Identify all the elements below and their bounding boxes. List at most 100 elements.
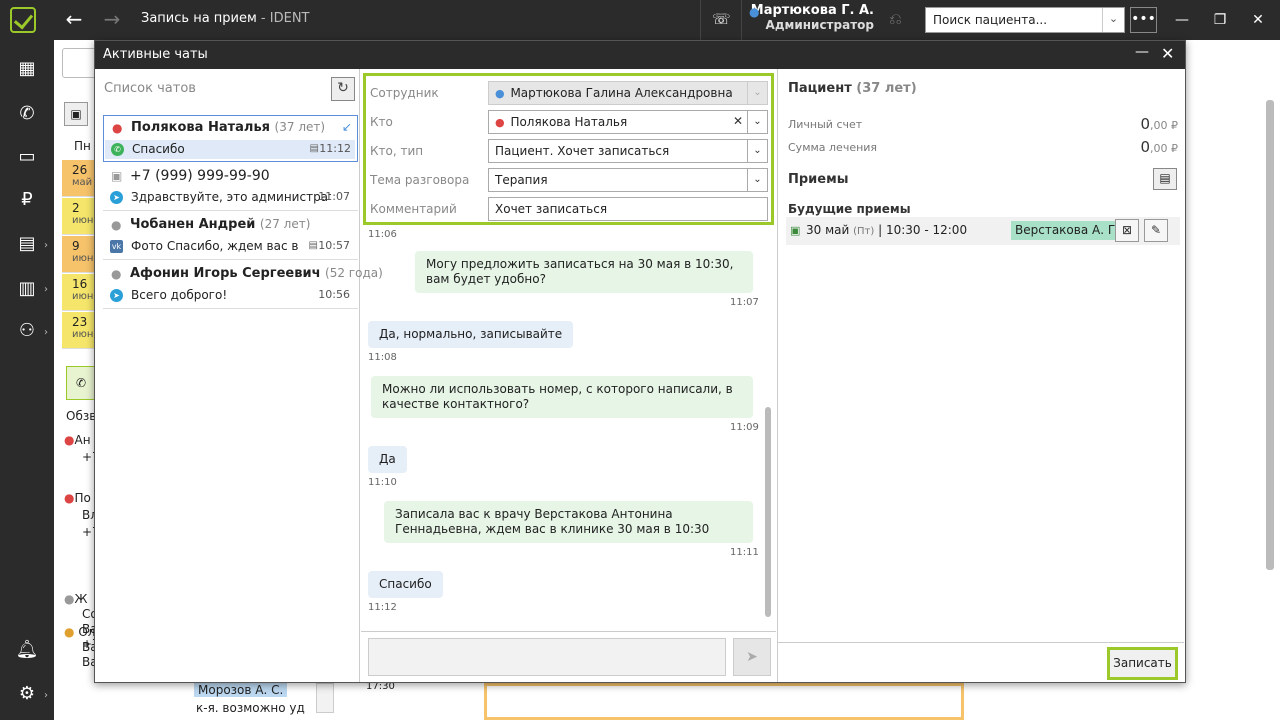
patient-age: (37 лет) bbox=[856, 81, 917, 96]
weekday-header: Пн bbox=[74, 139, 91, 153]
scrollbar-thumb[interactable] bbox=[765, 407, 771, 617]
treatment-label: Сумма лечения bbox=[788, 141, 878, 154]
chat-last-message: Фото Спасибо, ждем вас в кли... bbox=[131, 239, 301, 253]
incoming-arrow-icon: ↙ bbox=[341, 120, 352, 134]
employee-value: Мартюкова Галина Александровна bbox=[510, 86, 733, 100]
history-icon[interactable]: ⎌ bbox=[889, 9, 911, 31]
day-cell[interactable]: 16 июн bbox=[62, 274, 94, 311]
window-title: Запись на прием - IDENT bbox=[141, 11, 310, 26]
treatment-amount: 0 bbox=[1140, 138, 1150, 156]
book-button[interactable]: Записать bbox=[1107, 647, 1178, 680]
calendar-icon[interactable]: ▣ bbox=[64, 102, 88, 126]
chat-time: 10:56 bbox=[318, 288, 350, 301]
message-bubble: Да bbox=[368, 446, 407, 473]
telegram-icon: ➤ bbox=[110, 289, 123, 302]
appointment-row[interactable]: ▣ 30 май (Пт) | 10:30 - 12:00 Верстакова… bbox=[786, 217, 1180, 245]
restore-icon[interactable]: ❐ bbox=[1210, 10, 1230, 30]
call-list-item[interactable]: ●По Вл +7 bbox=[64, 490, 100, 541]
schedule-icon[interactable]: ▦ bbox=[14, 56, 40, 82]
comment-label: Комментарий bbox=[370, 202, 457, 216]
close-icon[interactable]: ✕ bbox=[1248, 10, 1268, 30]
treatment-cents: ,00 ₽ bbox=[1150, 142, 1178, 155]
person-icon: ● bbox=[111, 218, 122, 232]
who-label: Кто bbox=[370, 115, 393, 129]
scrollbar[interactable] bbox=[316, 683, 334, 713]
appointment-doctor: Верстакова А. Г. bbox=[1011, 221, 1123, 240]
forward-arrow-icon[interactable]: → bbox=[100, 8, 124, 32]
title-bar: ← → Запись на прием - IDENT ☏ ● Мартюков… bbox=[0, 0, 1280, 40]
calendar-icon: ▣ bbox=[790, 224, 801, 237]
day-month: июн bbox=[72, 329, 94, 340]
chevron-right-icon: › bbox=[44, 284, 48, 295]
bg-field[interactable] bbox=[62, 48, 98, 78]
chevron-down-icon[interactable]: ⌄ bbox=[747, 140, 767, 162]
chat-name: Афонин Игорь Сергеевич (52 года) bbox=[130, 266, 383, 281]
employee-select[interactable]: ● Мартюкова Галина Александровна ⌄ bbox=[488, 81, 768, 105]
message-bubble: Спасибо bbox=[368, 571, 443, 598]
who-select[interactable]: ● Полякова Наталья ✕ ⌄ bbox=[488, 110, 768, 134]
day-cell[interactable]: 2 июн bbox=[62, 198, 94, 235]
item-line: Со bbox=[82, 607, 98, 621]
person-icon: ● bbox=[111, 267, 122, 281]
back-arrow-icon[interactable]: ← bbox=[62, 8, 86, 32]
bell-icon[interactable]: 🔔︎ bbox=[14, 637, 40, 663]
whotype-select[interactable]: Пациент. Хочет записаться ⌄ bbox=[488, 139, 768, 163]
edit-icon[interactable]: ✎ bbox=[1144, 219, 1168, 242]
topic-select[interactable]: Терапия ⌄ bbox=[488, 168, 768, 192]
patient-search-input[interactable]: Поиск пациента... ⌄ bbox=[925, 7, 1125, 33]
day-cell[interactable]: 23 июн bbox=[62, 312, 94, 349]
send-icon[interactable]: ➤ bbox=[733, 638, 771, 676]
comment-input[interactable]: Хочет записаться bbox=[488, 197, 768, 221]
analytics-icon[interactable]: ▥ bbox=[14, 276, 40, 302]
who-row: Кто ● Полякова Наталья ✕ ⌄ bbox=[368, 110, 768, 134]
chat-item[interactable]: ● Афонин Игорь Сергеевич (52 года) ➤ Все… bbox=[103, 262, 383, 309]
call-list-item[interactable]: ●Ан +7 bbox=[64, 432, 100, 466]
calls-icon[interactable]: ✆ bbox=[14, 101, 40, 127]
composer: ➤ bbox=[361, 631, 776, 682]
chevron-down-icon[interactable]: ⌄ bbox=[1102, 8, 1124, 32]
user-icon: ● bbox=[749, 5, 760, 19]
day-cell[interactable]: 26 май bbox=[62, 160, 94, 197]
cancel-appointment-icon[interactable]: ⊠ bbox=[1115, 219, 1139, 242]
staff-icon[interactable]: ⚇ bbox=[14, 318, 40, 344]
current-user[interactable]: ● Мартюкова Г. А. Администратор bbox=[749, 3, 874, 37]
day-month: июн bbox=[72, 291, 94, 302]
chat-icon[interactable]: ▭ bbox=[14, 144, 40, 170]
account-label: Личный счет bbox=[788, 118, 863, 131]
chat-message-row: ✆ Спасибо ▤ 11:12 bbox=[105, 140, 355, 159]
more-button[interactable]: ••• bbox=[1130, 7, 1157, 33]
gear-icon[interactable]: ⚙ bbox=[14, 681, 40, 707]
who-value: Полякова Наталья bbox=[510, 115, 628, 129]
clear-icon[interactable]: ✕ bbox=[733, 114, 743, 128]
refresh-icon[interactable]: ↻ bbox=[331, 77, 355, 101]
day-cell[interactable]: 9 июн bbox=[62, 236, 94, 273]
message-scrollbar[interactable] bbox=[764, 237, 772, 617]
chat-item[interactable]: ● Чобанен Андрей (27 лет) vk Фото Спасиб… bbox=[103, 213, 358, 260]
minimize-icon[interactable]: — bbox=[1172, 10, 1192, 30]
telegram-icon: ➤ bbox=[110, 191, 123, 204]
topic-value: Терапия bbox=[495, 173, 548, 187]
minimize-icon[interactable]: — bbox=[1135, 44, 1155, 60]
chat-item[interactable]: ● Полякова Наталья (37 лет) ↙ ✆ Спасибо … bbox=[103, 115, 358, 162]
phone-icon[interactable]: ☏ bbox=[712, 10, 732, 30]
day-month: май bbox=[72, 177, 93, 188]
comment-row: Комментарий Хочет записаться bbox=[368, 197, 768, 221]
chevron-down-icon[interactable]: ⌄ bbox=[747, 82, 767, 104]
patient-card-icon[interactable]: ▤ bbox=[1153, 168, 1177, 190]
chat-name-text: Афонин Игорь Сергеевич bbox=[130, 266, 321, 281]
chat-item[interactable]: ▣ +7 (999) 999-99-90 ➤ Здравствуйте, это… bbox=[103, 164, 358, 211]
reports-icon[interactable]: ▤ bbox=[14, 231, 40, 257]
app-logo-icon[interactable] bbox=[10, 7, 36, 33]
chat-details-form: Сотрудник ● Мартюкова Галина Александров… bbox=[363, 73, 774, 225]
chevron-down-icon[interactable]: ⌄ bbox=[747, 169, 767, 191]
patient-title-text: Пациент bbox=[788, 81, 852, 96]
call-list-button[interactable]: ✆ bbox=[66, 366, 96, 400]
person-icon: ● bbox=[112, 121, 123, 135]
appointment-block[interactable] bbox=[484, 683, 964, 720]
ruble-icon[interactable]: ₽ bbox=[14, 187, 40, 213]
close-icon[interactable]: ✕ bbox=[1161, 44, 1181, 63]
message-input[interactable] bbox=[368, 638, 726, 676]
item-line: По bbox=[74, 491, 91, 505]
chevron-down-icon[interactable]: ⌄ bbox=[747, 111, 767, 133]
scrollbar[interactable] bbox=[1266, 100, 1274, 570]
